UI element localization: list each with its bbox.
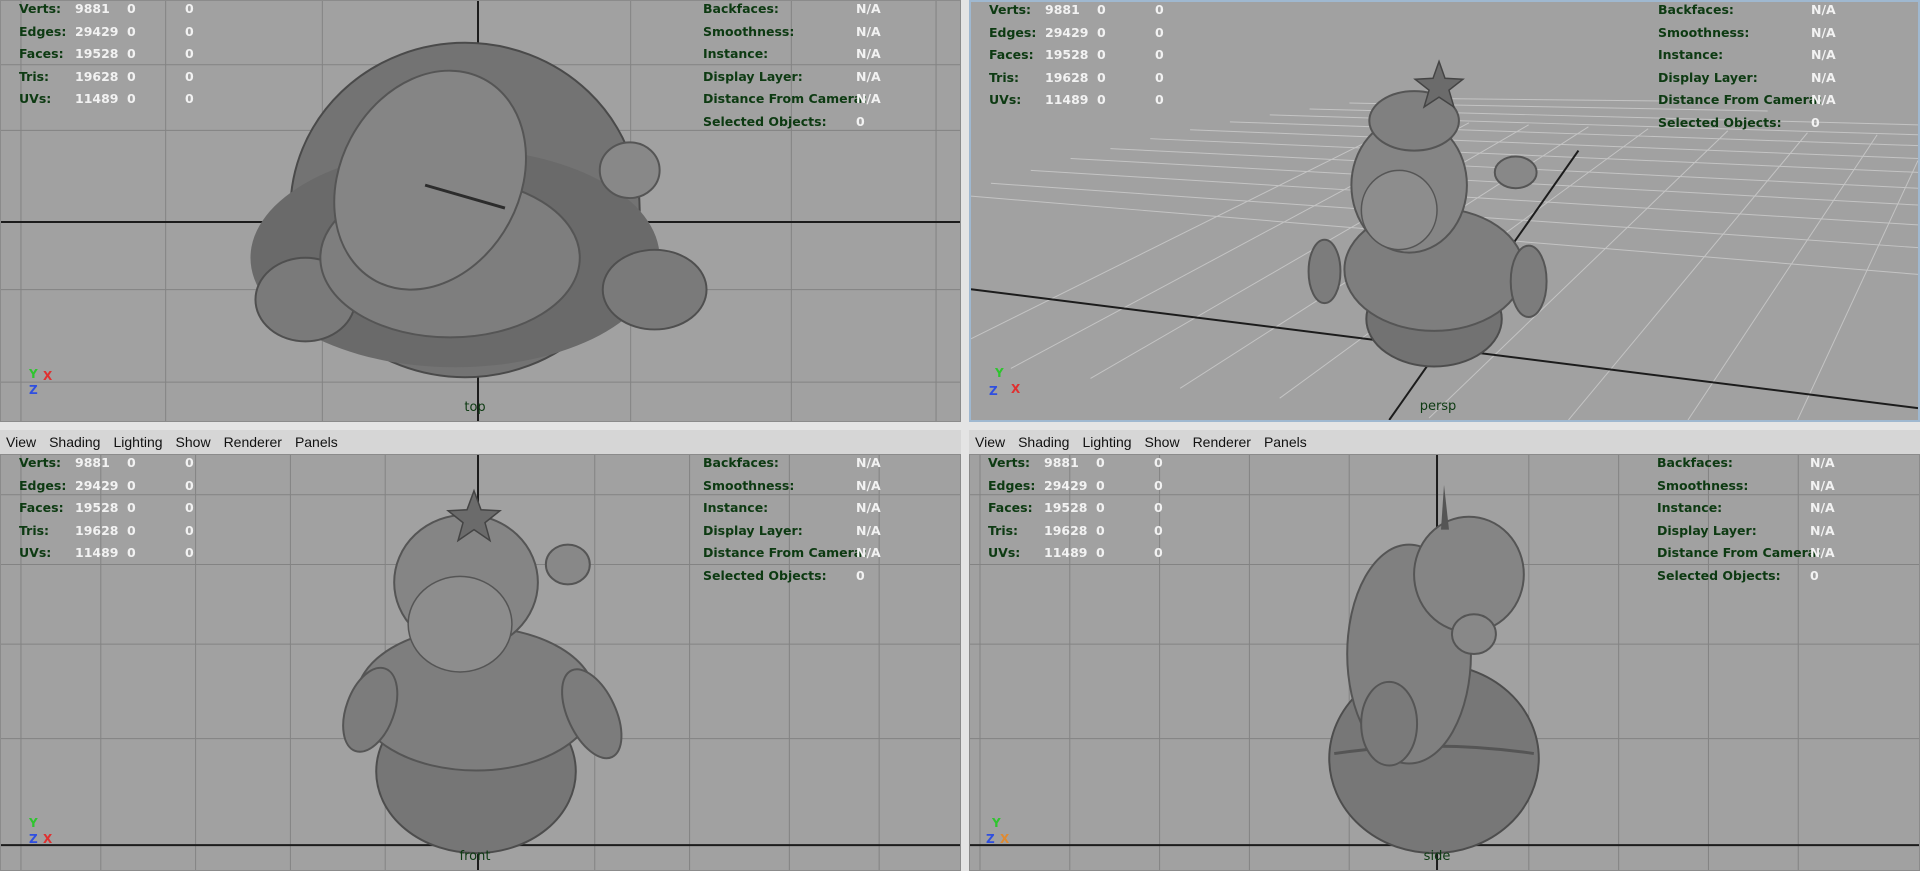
poly-count-hud: Verts: 9881 0 0 Edges: 29429 0 0 Faces: 19528 0 0…: [989, 2, 1164, 107]
menu-renderer[interactable]: Renderer: [1193, 434, 1251, 450]
viewport-front[interactable]: Verts: 9881 0 0 Edges: 29429 0 0 Faces: 19528 0 0…: [0, 454, 961, 871]
menu-lighting[interactable]: Lighting: [113, 434, 162, 450]
menu-show[interactable]: Show: [176, 434, 211, 450]
object-details-hud: Backfaces: N/A Smoothness: N/A Instance: N/…: [1657, 455, 1835, 583]
panel-menubar: View Shading Lighting Show Renderer Pane…: [969, 430, 1920, 454]
pane-divider-vertical[interactable]: [961, 0, 969, 871]
poly-count-hud: Verts: 9881 0 0 Edges: 29429 0 0 Faces: 19528 0 0…: [19, 455, 194, 560]
menu-view[interactable]: View: [975, 434, 1005, 450]
pane-persp: Verts: 9881 0 0 Edges: 29429 0 0 Faces: 19528 0 0…: [969, 0, 1920, 422]
object-details-hud: Backfaces: N/A Smoothness: N/A Instance: N/…: [1658, 2, 1836, 130]
pane-divider-horizontal[interactable]: [0, 422, 1920, 430]
object-details-hud: Backfaces: N/A Smoothness: N/A Instance: N/…: [703, 1, 881, 129]
menu-renderer[interactable]: Renderer: [224, 434, 282, 450]
pane-side: View Shading Lighting Show Renderer Pane…: [969, 430, 1920, 871]
menu-show[interactable]: Show: [1145, 434, 1180, 450]
object-details-hud: Backfaces: N/A Smoothness: N/A Instance: N/…: [703, 455, 881, 583]
viewport-side[interactable]: Verts: 9881 0 0 Edges: 29429 0 0 Faces: 19528 0 0…: [969, 454, 1920, 871]
poly-count-hud: Verts: 9881 0 0 Edges: 29429 0 0 Faces: 19528 0 0…: [988, 455, 1163, 560]
view-axis-indicator: Y Z X: [29, 367, 53, 397]
menu-panels[interactable]: Panels: [295, 434, 338, 450]
viewport-persp[interactable]: Verts: 9881 0 0 Edges: 29429 0 0 Faces: 19528 0 0…: [969, 0, 1920, 422]
santa-model-side: [1328, 484, 1540, 855]
pane-front: View Shading Lighting Show Renderer Pane…: [0, 430, 961, 871]
viewport-top[interactable]: Verts: 9881 0 0 Edges: 29429 0 0 Faces: 19528 0 0…: [0, 0, 961, 422]
camera-label-side: side: [1423, 849, 1451, 864]
pane-top: Verts: 9881 0 0 Edges: 29429 0 0 Faces: 19528 0 0…: [0, 0, 961, 422]
santa-model-front: [342, 488, 623, 855]
panel-menubar: View Shading Lighting Show Renderer Pane…: [0, 430, 961, 454]
camera-label-top: top: [464, 400, 486, 415]
menu-shading[interactable]: Shading: [49, 434, 100, 450]
menu-view[interactable]: View: [6, 434, 36, 450]
poly-count-hud: Verts: 9881 0 0 Edges: 29429 0 0 Faces: 19528 0 0…: [19, 1, 194, 106]
menu-shading[interactable]: Shading: [1018, 434, 1069, 450]
santa-model-persp: [1307, 59, 1548, 368]
menu-panels[interactable]: Panels: [1264, 434, 1307, 450]
view-axis-indicator: Y Z X: [29, 816, 53, 846]
view-axis-indicator: Y Z X: [989, 366, 1021, 398]
santa-model-top: [250, 41, 708, 379]
menu-lighting[interactable]: Lighting: [1082, 434, 1131, 450]
camera-label-front: front: [459, 849, 491, 864]
view-axis-indicator: Y Z X: [986, 816, 1010, 846]
camera-label-persp: persp: [1419, 399, 1457, 414]
